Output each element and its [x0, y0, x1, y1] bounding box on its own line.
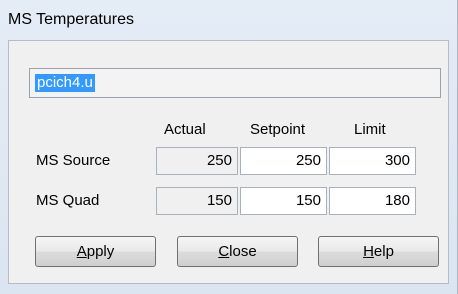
close-button-label: lose: [229, 243, 257, 260]
close-button[interactable]: Close: [177, 236, 298, 267]
ms-quad-actual-field: 150: [156, 187, 238, 215]
help-button-label: elp: [373, 243, 394, 260]
help-button-mnemonic: H: [363, 243, 374, 260]
close-button-mnemonic: C: [218, 243, 230, 260]
ms-source-actual-field: 250: [156, 147, 238, 175]
apply-button-mnemonic: A: [76, 243, 87, 260]
apply-button-label: pply: [86, 243, 115, 260]
column-header-setpoint: Setpoint: [250, 121, 306, 138]
row-label-ms-quad: MS Quad: [36, 192, 100, 209]
dialog-client-area: pcich4.u Actual Setpoint Limit MS Source…: [8, 40, 449, 284]
row-label-ms-source: MS Source: [36, 152, 111, 169]
window-title: MS Temperatures: [8, 11, 134, 28]
help-button[interactable]: Help: [318, 236, 439, 267]
ms-quad-limit-field[interactable]: 180: [329, 187, 416, 215]
ms-source-setpoint-field[interactable]: 250: [240, 147, 327, 175]
ms-source-limit-field[interactable]: 300: [329, 147, 416, 175]
column-header-actual: Actual: [164, 121, 206, 138]
ms-quad-setpoint-field[interactable]: 150: [240, 187, 327, 215]
file-name-field[interactable]: pcich4.u: [29, 68, 441, 98]
column-header-limit: Limit: [354, 121, 386, 138]
dialog-window: MS Temperatures pcich4.u Actual Setpoint…: [0, 0, 458, 294]
file-name-selected-text[interactable]: pcich4.u: [35, 74, 95, 92]
apply-button[interactable]: Apply: [35, 236, 156, 267]
